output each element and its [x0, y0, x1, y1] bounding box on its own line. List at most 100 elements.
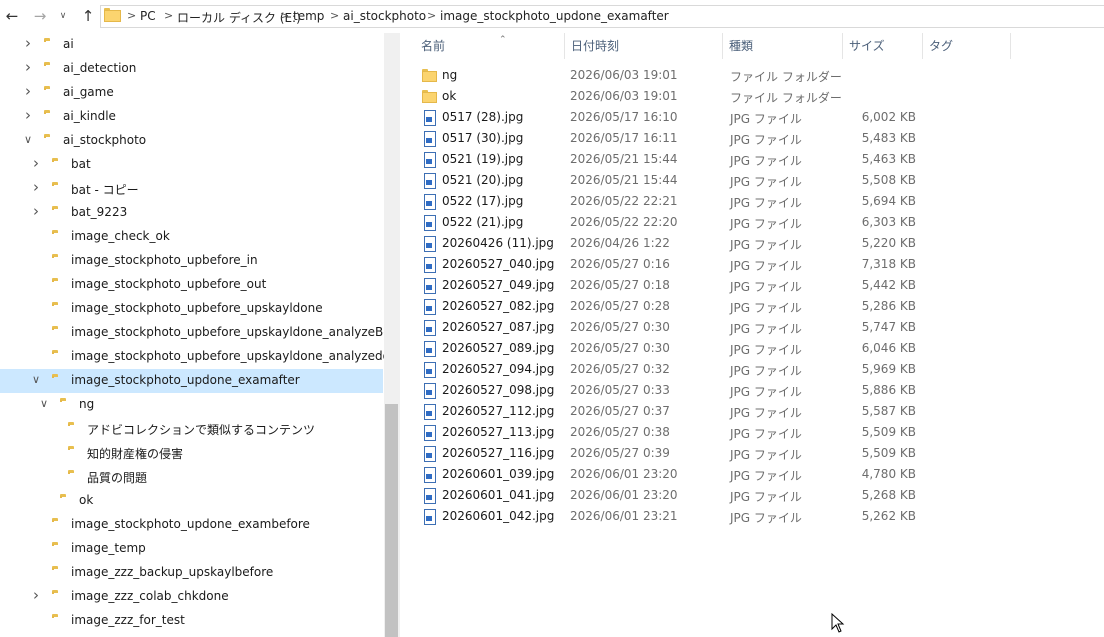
- column-header-name[interactable]: 名前 ⌃: [415, 33, 565, 59]
- file-row[interactable]: ng 2026/06/03 19:01 ファイル フォルダー: [420, 65, 940, 86]
- file-date: 2026/05/27 0:28: [570, 299, 670, 313]
- arrow-left-icon[interactable]: ←: [2, 6, 22, 26]
- chevron-down-icon[interactable]: ∨: [22, 134, 34, 146]
- file-row[interactable]: 0521 (20).jpg 2026/05/21 15:44 JPG ファイル 5,5…: [420, 170, 940, 191]
- tree-item[interactable]: image_stockphoto_upbefore_upskayldone_an…: [0, 321, 384, 345]
- file-date: 2026/05/27 0:39: [570, 446, 670, 460]
- tree-item[interactable]: ∨ ai_stockphoto: [0, 129, 383, 153]
- tree-item[interactable]: › bat_9223: [0, 201, 383, 225]
- arrow-up-icon[interactable]: ↑: [78, 6, 98, 26]
- tree-item[interactable]: ok: [0, 489, 383, 513]
- file-size: 5,220 KB: [861, 236, 916, 250]
- file-row[interactable]: 0517 (28).jpg 2026/05/17 16:10 JPG ファイル 6,0…: [420, 107, 940, 128]
- chevron-right-icon[interactable]: ›: [22, 60, 34, 75]
- tree-item-label: ai: [63, 37, 74, 51]
- column-header-date[interactable]: 日付時刻: [565, 33, 723, 59]
- column-header-type[interactable]: 種類: [723, 33, 843, 59]
- file-row[interactable]: 20260527_089.jpg 2026/05/27 0:30 JPG ファイル 6…: [420, 338, 940, 359]
- tree-item[interactable]: › ai_detection: [0, 57, 383, 81]
- tree-item[interactable]: image_zzz_backup_upskaylbefore: [0, 561, 383, 585]
- tree-item[interactable]: image_zzz_for_test: [0, 609, 383, 633]
- chevron-down-icon[interactable]: ∨: [38, 398, 50, 410]
- tree-item-label: 品質の問題: [87, 471, 148, 485]
- tree-item-label: image_zzz_backup_upskaylbefore: [71, 565, 274, 579]
- tree-item[interactable]: アドビコレクションで類似するコンテンツ: [0, 417, 383, 441]
- tree-item[interactable]: image_stockphoto_updone_exambefore: [0, 513, 383, 537]
- breadcrumb-separator-icon[interactable]: >: [427, 9, 436, 22]
- tree-item[interactable]: image_check_ok: [0, 225, 383, 249]
- tree-item[interactable]: image_stockphoto_upbefore_out: [0, 273, 383, 297]
- file-row[interactable]: 20260527_116.jpg 2026/05/27 0:39 JPG ファイル 5…: [420, 443, 940, 464]
- file-row[interactable]: 20260527_040.jpg 2026/05/27 0:16 JPG ファイル 7…: [420, 254, 940, 275]
- tree-item[interactable]: › ai_game: [0, 81, 383, 105]
- file-date: 2026/05/22 22:21: [570, 194, 678, 208]
- tree-item-label: image_stockphoto_updone_examafter: [71, 373, 300, 387]
- file-name: 0517 (28).jpg: [442, 110, 524, 124]
- breadcrumb-item[interactable]: image_stockphoto_updone_examafter: [440, 9, 669, 23]
- file-size: 5,509 KB: [861, 446, 916, 460]
- column-header-tag[interactable]: タグ: [923, 33, 1011, 59]
- address-bar: ← → ∨ ↑ > PC > ローカル ディスク (E:) > temp > ai_stock…: [0, 0, 1104, 33]
- tree-item[interactable]: 品質の問題: [0, 465, 383, 489]
- tree-item[interactable]: › bat: [0, 153, 383, 177]
- chevron-right-icon[interactable]: ›: [22, 84, 34, 99]
- chevron-right-icon[interactable]: ›: [30, 156, 42, 171]
- file-size: 5,508 KB: [861, 173, 916, 187]
- tree-item[interactable]: image_temp: [0, 537, 383, 561]
- file-size: 5,747 KB: [861, 320, 916, 334]
- chevron-right-icon[interactable]: ›: [22, 108, 34, 123]
- breadcrumb-separator-icon[interactable]: >: [280, 9, 289, 22]
- file-row[interactable]: 20260527_082.jpg 2026/05/27 0:28 JPG ファイル 5…: [420, 296, 940, 317]
- tree-item[interactable]: ∨ image_stockphoto_updone_examafter: [0, 369, 383, 393]
- file-name: 0521 (19).jpg: [442, 152, 524, 166]
- tree-item[interactable]: image_stockphoto_upbefore_in: [0, 249, 383, 273]
- arrow-right-icon[interactable]: →: [30, 6, 50, 26]
- chevron-right-icon[interactable]: ›: [30, 588, 42, 603]
- tree-item[interactable]: ∨ ng: [0, 393, 383, 417]
- chevron-right-icon[interactable]: ›: [30, 204, 42, 219]
- chevron-right-icon[interactable]: ›: [30, 180, 42, 195]
- file-row[interactable]: 20260601_041.jpg 2026/06/01 23:20 JPG ファイル…: [420, 485, 940, 506]
- file-row[interactable]: 0522 (21).jpg 2026/05/22 22:20 JPG ファイル 6,3…: [420, 212, 940, 233]
- file-row[interactable]: ok 2026/06/03 19:01 ファイル フォルダー: [420, 86, 940, 107]
- chevron-down-icon[interactable]: ∨: [30, 374, 42, 386]
- file-row[interactable]: 20260527_112.jpg 2026/05/27 0:37 JPG ファイル 5…: [420, 401, 940, 422]
- chevron-right-icon[interactable]: ›: [22, 36, 34, 51]
- file-date: 2026/05/21 15:44: [570, 173, 678, 187]
- scrollbar-thumb[interactable]: [385, 404, 398, 637]
- file-row[interactable]: 20260426 (11).jpg 2026/04/26 1:22 JPG ファイル…: [420, 233, 940, 254]
- file-name: 20260527_116.jpg: [442, 446, 555, 460]
- file-name: 20260527_089.jpg: [442, 341, 555, 355]
- file-row[interactable]: 20260527_049.jpg 2026/05/27 0:18 JPG ファイル 5…: [420, 275, 940, 296]
- file-row[interactable]: 20260601_042.jpg 2026/06/01 23:21 JPG ファイル…: [420, 506, 940, 527]
- tree-item[interactable]: 知的財産権の侵害: [0, 441, 383, 465]
- chevron-down-icon[interactable]: ∨: [56, 6, 70, 26]
- file-row[interactable]: 20260601_039.jpg 2026/06/01 23:20 JPG ファイル…: [420, 464, 940, 485]
- breadcrumb-item[interactable]: temp: [293, 9, 324, 23]
- tree-item[interactable]: › bat - コピー: [0, 177, 383, 201]
- breadcrumb-separator-icon[interactable]: >: [330, 9, 339, 22]
- file-date: 2026/06/01 23:21: [570, 509, 678, 523]
- column-header-size[interactable]: サイズ: [843, 33, 923, 59]
- file-row[interactable]: 20260527_098.jpg 2026/05/27 0:33 JPG ファイル 5…: [420, 380, 940, 401]
- breadcrumb-separator-icon[interactable]: >: [127, 9, 136, 22]
- file-row[interactable]: 20260527_087.jpg 2026/05/27 0:30 JPG ファイル 5…: [420, 317, 940, 338]
- tree-item-label: ai_game: [63, 85, 114, 99]
- file-row[interactable]: 0522 (17).jpg 2026/05/22 22:21 JPG ファイル 5,6…: [420, 191, 940, 212]
- tree-item-label: ok: [79, 493, 94, 507]
- tree-item[interactable]: › ai: [0, 33, 383, 57]
- tree-item[interactable]: image_stockphoto_upbefore_upskayldone_an…: [0, 345, 384, 369]
- breadcrumb-separator-icon[interactable]: >: [164, 9, 173, 22]
- tree-item[interactable]: › ai_kindle: [0, 105, 383, 129]
- tree-item[interactable]: image_stockphoto_upbefore_upskayldone: [0, 297, 383, 321]
- breadcrumb-item[interactable]: PC: [140, 9, 156, 23]
- file-name: 0522 (17).jpg: [442, 194, 524, 208]
- file-row[interactable]: 0517 (30).jpg 2026/05/17 16:11 JPG ファイル 5,4…: [420, 128, 940, 149]
- file-row[interactable]: 20260527_094.jpg 2026/05/27 0:32 JPG ファイル 5…: [420, 359, 940, 380]
- file-row[interactable]: 20260527_113.jpg 2026/05/27 0:38 JPG ファイル 5…: [420, 422, 940, 443]
- breadcrumb-item[interactable]: ai_stockphoto: [343, 9, 426, 23]
- file-name: 20260601_042.jpg: [442, 509, 555, 523]
- tree-item[interactable]: › image_zzz_colab_chkdone: [0, 585, 383, 609]
- file-name: 20260426 (11).jpg: [442, 236, 554, 250]
- file-row[interactable]: 0521 (19).jpg 2026/05/21 15:44 JPG ファイル 5,4…: [420, 149, 940, 170]
